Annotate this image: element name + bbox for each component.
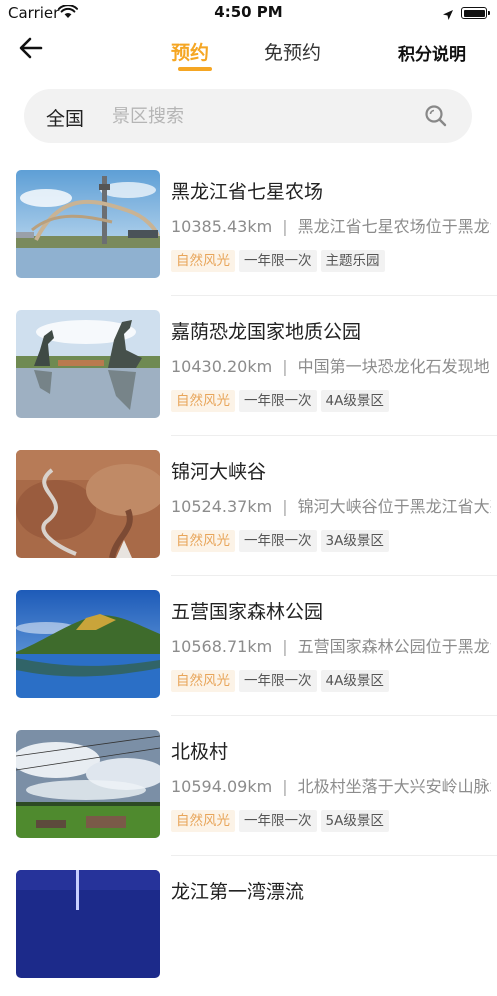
back-button[interactable] <box>18 36 44 60</box>
tag-level: 5A级景区 <box>320 810 389 832</box>
tag-category: 自然风光 <box>171 250 235 272</box>
search-bar: 全国 <box>24 89 472 143</box>
item-title: 黑龙江省七星农场 <box>171 181 324 203</box>
active-tab-indicator <box>178 67 212 71</box>
tag-limit: 一年限一次 <box>239 670 317 692</box>
meta-separator: | <box>282 497 288 516</box>
region-selector[interactable]: 全国 <box>46 104 84 131</box>
item-description: 中国第一块恐龙化石发现地 <box>297 357 490 376</box>
scenic-photo <box>16 730 160 838</box>
item-distance: 10568.71km <box>171 637 273 656</box>
item-title: 锦河大峡谷 <box>171 461 267 483</box>
item-distance: 10594.09km <box>171 777 273 796</box>
list-item[interactable]: 锦河大峡谷 10524.37km | 锦河大峡谷位于黑龙江省大兴安岭地区 自然风光一… <box>0 436 497 576</box>
tag-group: 自然风光 一年限一次 5A级景区 <box>171 810 393 832</box>
item-meta: 10568.71km | 五营国家森林公园位于黑龙江省伊春市 <box>171 633 491 657</box>
scenic-photo <box>16 590 160 698</box>
item-description: 五营国家森林公园位于黑龙江省伊春市 <box>297 637 491 656</box>
list-item[interactable]: 黑龙江省七星农场 10385.43km | 黑龙江省七星农场位于黑龙江省三江平原腹地… <box>0 156 497 296</box>
item-distance: 10524.37km <box>171 497 273 516</box>
clock: 4:50 PM <box>214 3 283 21</box>
tag-group: 自然风光 一年限一次 4A级景区 <box>171 390 393 412</box>
meta-separator: | <box>282 777 288 796</box>
meta-separator: | <box>282 637 288 656</box>
tag-group: 自然风光 一年限一次 3A级景区 <box>171 530 393 552</box>
list-item[interactable]: 五营国家森林公园 10568.71km | 五营国家森林公园位于黑龙江省伊春市 自然… <box>0 576 497 716</box>
list-item[interactable]: 龙江第一湾漂流 <box>0 856 497 996</box>
item-description: 北极村坐落于大兴安岭山脉北麓 <box>297 777 491 796</box>
item-title: 嘉荫恐龙国家地质公园 <box>171 321 362 343</box>
item-meta: 10385.43km | 黑龙江省七星农场位于黑龙江省三江平原腹地 <box>171 213 491 237</box>
scenic-photo <box>16 310 160 418</box>
tag-level: 4A级景区 <box>320 670 389 692</box>
meta-separator: | <box>282 217 288 236</box>
item-distance: 10430.20km <box>171 357 273 376</box>
list-item[interactable]: 北极村 10594.09km | 北极村坐落于大兴安岭山脉北麓 自然风光一年限一次5… <box>0 716 497 856</box>
scenic-photo <box>16 450 160 558</box>
location-arrow-icon <box>442 6 454 25</box>
item-description: 黑龙江省七星农场位于黑龙江省三江平原腹地 <box>297 217 491 236</box>
item-title: 五营国家森林公园 <box>171 601 324 623</box>
points-info-button[interactable]: 积分说明 <box>398 40 466 65</box>
meta-separator: | <box>282 357 288 376</box>
tag-limit: 一年限一次 <box>239 810 317 832</box>
item-meta: 10594.09km | 北极村坐落于大兴安岭山脉北麓 <box>171 773 491 797</box>
tag-level: 4A级景区 <box>320 390 389 412</box>
scenic-photo <box>16 170 160 278</box>
item-meta: 10430.20km | 中国第一块恐龙化石发现地 <box>171 353 491 377</box>
tag-group: 自然风光 一年限一次 主题乐园 <box>171 250 389 272</box>
list-item[interactable]: 嘉荫恐龙国家地质公园 10430.20km | 中国第一块恐龙化石发现地 自然风光一… <box>0 296 497 436</box>
item-meta: 10524.37km | 锦河大峡谷位于黑龙江省大兴安岭地区 <box>171 493 491 517</box>
back-arrow-icon <box>19 37 43 59</box>
tag-category: 自然风光 <box>171 810 235 832</box>
tag-category: 自然风光 <box>171 390 235 412</box>
item-title: 龙江第一湾漂流 <box>171 881 305 903</box>
tag-limit: 一年限一次 <box>239 390 317 412</box>
tag-limit: 一年限一次 <box>239 250 317 272</box>
item-description: 锦河大峡谷位于黑龙江省大兴安岭地区 <box>297 497 491 516</box>
tag-category: 自然风光 <box>171 530 235 552</box>
tag-category: 自然风光 <box>171 670 235 692</box>
tab-no-reservation[interactable]: 免预约 <box>264 38 321 65</box>
status-bar: Carrier 4:50 PM <box>0 0 497 26</box>
tag-limit: 一年限一次 <box>239 530 317 552</box>
search-icon[interactable] <box>424 104 448 128</box>
tag-level: 3A级景区 <box>320 530 389 552</box>
item-title: 北极村 <box>171 741 229 763</box>
item-distance: 10385.43km <box>171 217 273 236</box>
search-input[interactable] <box>112 99 412 133</box>
tag-group: 自然风光 一年限一次 4A级景区 <box>171 670 393 692</box>
battery-icon <box>461 7 490 19</box>
tab-reservation[interactable]: 预约 <box>171 38 209 65</box>
scenic-photo <box>16 870 160 978</box>
tag-level: 主题乐园 <box>320 250 385 272</box>
